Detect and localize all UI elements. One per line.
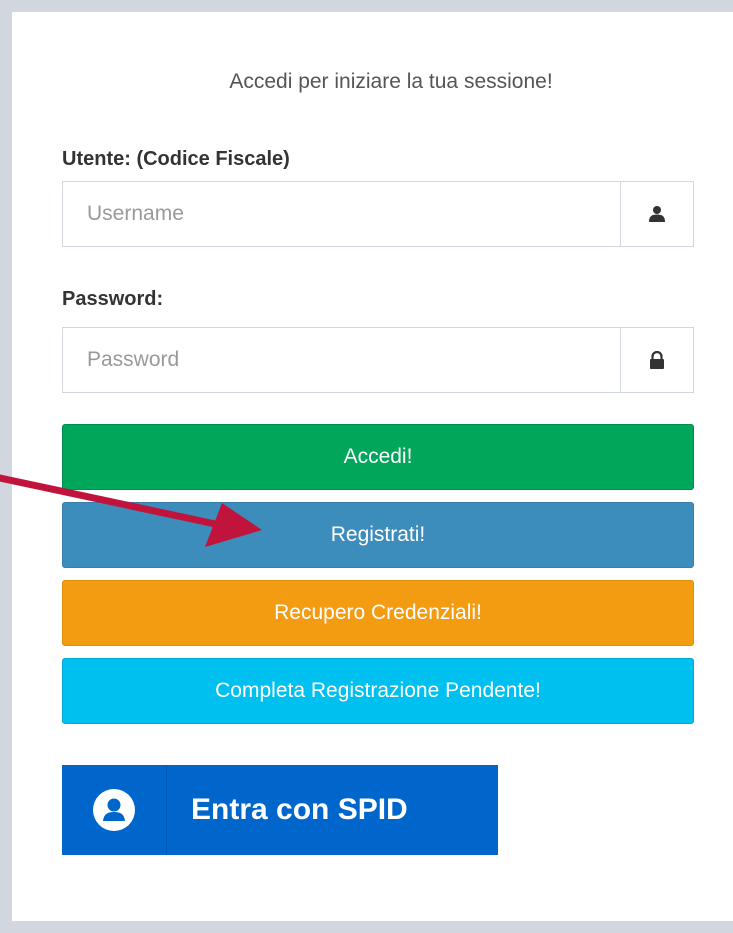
accedi-button[interactable]: Accedi! [62, 424, 694, 490]
username-input-group [62, 181, 694, 247]
spid-user-icon [62, 765, 167, 855]
recupero-credenziali-button[interactable]: Recupero Credenziali! [62, 580, 694, 646]
password-label: Password: [62, 288, 164, 310]
spid-label: Entra con SPID [191, 793, 408, 826]
user-icon [620, 182, 693, 246]
lock-icon [620, 328, 693, 392]
password-input[interactable] [63, 328, 620, 392]
username-input[interactable] [63, 182, 620, 246]
password-input-group [62, 327, 694, 393]
completa-registrazione-button[interactable]: Completa Registrazione Pendente! [62, 658, 694, 724]
spid-login-button[interactable]: Entra con SPID [62, 765, 498, 855]
session-message: Accedi per iniziare la tua sessione! [229, 70, 553, 93]
login-box: Accedi per iniziare la tua sessione! Ute… [12, 12, 733, 921]
registrati-button[interactable]: Registrati! [62, 502, 694, 568]
username-label: Utente: (Codice Fiscale) [62, 148, 290, 170]
